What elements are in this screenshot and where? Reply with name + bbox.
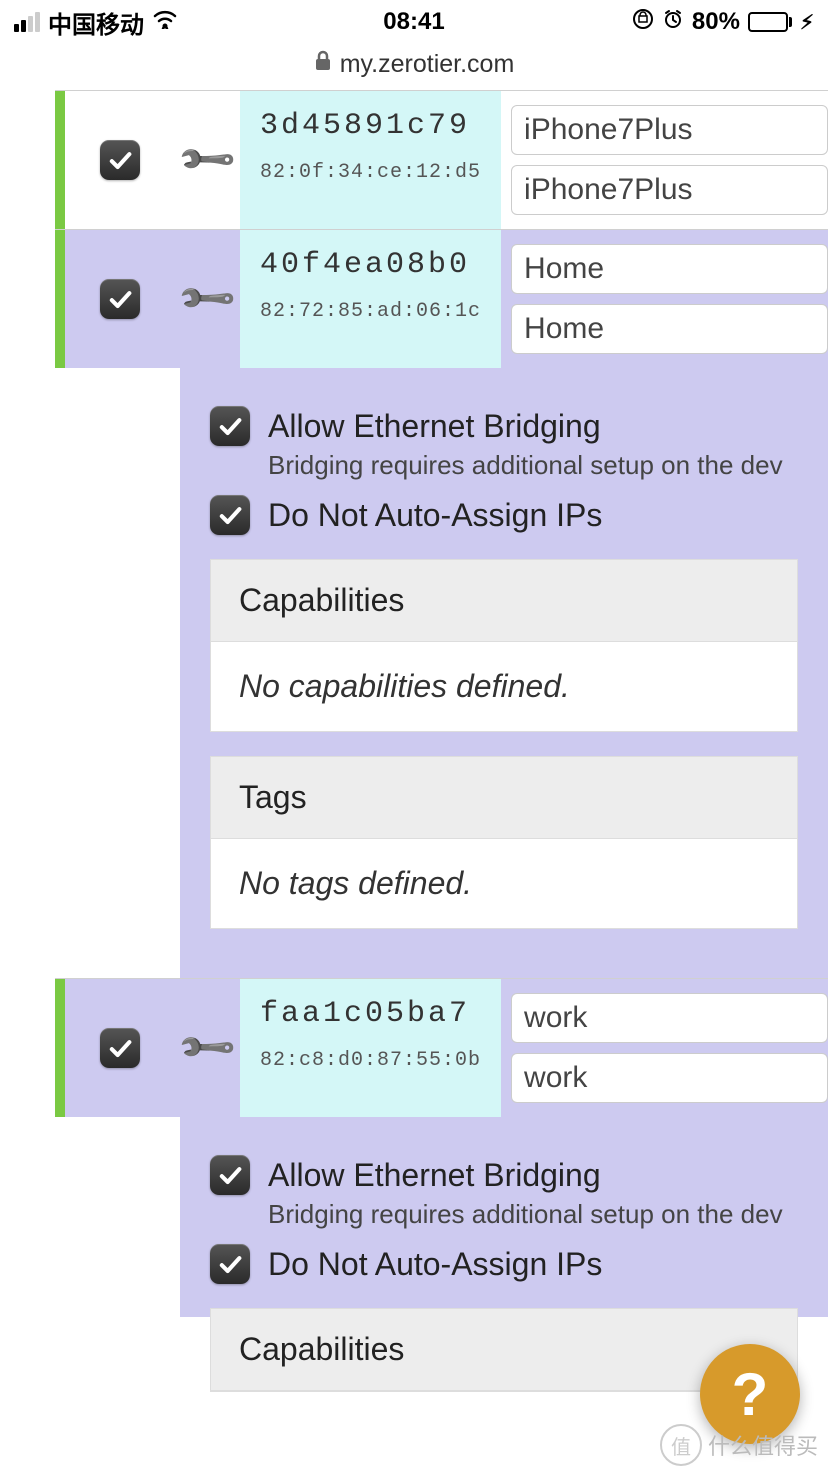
tags-panel: Tags No tags defined. (210, 756, 798, 929)
bridge-checkbox[interactable] (210, 1155, 250, 1195)
desc-input[interactable] (511, 1053, 828, 1103)
battery-icon (748, 12, 792, 32)
bridge-label: Allow Ethernet Bridging (268, 408, 601, 445)
battery-pct: 80% (692, 8, 740, 36)
member-row: 🔧 40f4ea08b0 82:72:85:ad:06:1c (55, 229, 828, 368)
member-detail-panel: Allow Ethernet Bridging Bridging require… (180, 1116, 828, 1317)
wrench-icon[interactable]: 🔧 (175, 267, 240, 332)
id-cell: 3d45891c79 82:0f:34:ce:12:d5 (240, 91, 501, 229)
watermark-badge: 值 (660, 1424, 702, 1466)
online-indicator (55, 230, 65, 368)
desc-input[interactable] (511, 165, 828, 215)
carrier-label: 中国移动 (48, 5, 144, 40)
noauto-checkbox[interactable] (210, 1244, 250, 1284)
node-id: faa1c05ba7 (260, 997, 481, 1031)
wrench-icon[interactable]: 🔧 (175, 1016, 240, 1081)
url-host: my.zerotier.com (340, 50, 515, 79)
capabilities-body: No capabilities defined. (211, 642, 797, 731)
tags-body: No tags defined. (211, 839, 797, 928)
tags-header: Tags (211, 757, 797, 839)
lock-icon (314, 50, 332, 78)
signal-icon (14, 12, 40, 32)
noauto-label: Do Not Auto-Assign IPs (268, 1246, 602, 1283)
watermark-text: 什么值得买 (708, 1429, 818, 1461)
noauto-label: Do Not Auto-Assign IPs (268, 497, 602, 534)
help-icon: ? (732, 1360, 769, 1429)
noauto-checkbox[interactable] (210, 495, 250, 535)
capabilities-header: Capabilities (211, 560, 797, 642)
status-bar: 中国移动 08:41 80% ⚡︎ (0, 0, 828, 44)
bridge-label: Allow Ethernet Bridging (268, 1157, 601, 1194)
id-cell: faa1c05ba7 82:c8:d0:87:55:0b (240, 979, 501, 1117)
wrench-icon[interactable]: 🔧 (175, 128, 240, 193)
member-detail-panel: Allow Ethernet Bridging Bridging require… (180, 367, 828, 978)
charging-icon: ⚡︎ (800, 10, 814, 35)
phys-addr: 82:0f:34:ce:12:d5 (260, 161, 481, 184)
member-row: 🔧 faa1c05ba7 82:c8:d0:87:55:0b (55, 978, 828, 1117)
orientation-lock-icon (632, 8, 654, 37)
auth-checkbox[interactable] (100, 279, 140, 319)
bridge-desc: Bridging requires additional setup on th… (268, 450, 828, 481)
node-id: 3d45891c79 (260, 109, 481, 143)
address-bar[interactable]: my.zerotier.com (0, 44, 828, 84)
id-cell: 40f4ea08b0 82:72:85:ad:06:1c (240, 230, 501, 368)
node-id: 40f4ea08b0 (260, 248, 481, 282)
capabilities-panel: Capabilities No capabilities defined. (210, 559, 798, 732)
name-input[interactable] (511, 244, 828, 294)
watermark: 值 什么值得买 (660, 1424, 818, 1466)
bridge-desc: Bridging requires additional setup on th… (268, 1199, 828, 1230)
phys-addr: 82:c8:d0:87:55:0b (260, 1049, 481, 1072)
name-input[interactable] (511, 993, 828, 1043)
desc-input[interactable] (511, 304, 828, 354)
auth-checkbox[interactable] (100, 1028, 140, 1068)
name-input[interactable] (511, 105, 828, 155)
bridge-checkbox[interactable] (210, 406, 250, 446)
member-row: 🔧 3d45891c79 82:0f:34:ce:12:d5 (55, 90, 828, 230)
phys-addr: 82:72:85:ad:06:1c (260, 300, 481, 323)
clock: 08:41 (383, 8, 444, 36)
wifi-icon (152, 9, 178, 35)
online-indicator (55, 979, 65, 1117)
online-indicator (55, 91, 65, 229)
alarm-icon (662, 8, 684, 37)
auth-checkbox[interactable] (100, 140, 140, 180)
